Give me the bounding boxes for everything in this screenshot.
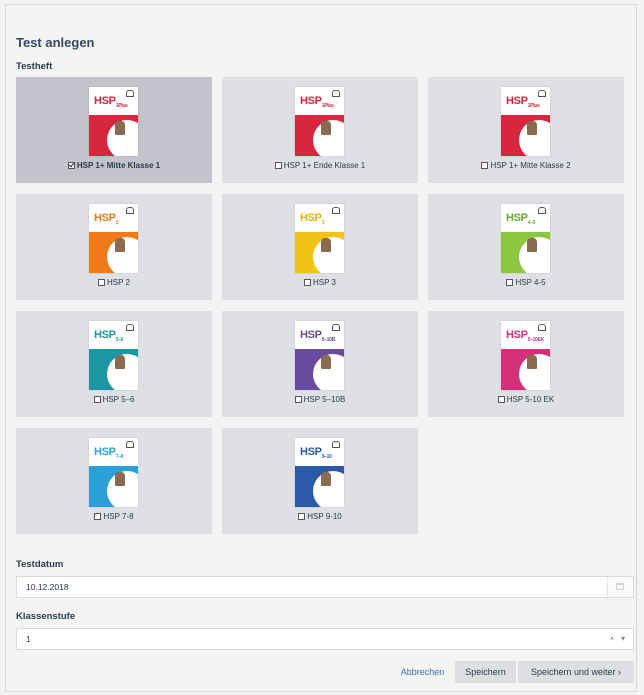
checkbox[interactable] bbox=[93, 396, 101, 403]
testheft-label-text: HSP 5–10B bbox=[303, 395, 346, 404]
cover-title: HSP bbox=[506, 212, 528, 224]
cover-subtitle: 5–10EK bbox=[527, 337, 545, 344]
publisher-logo-icon bbox=[332, 207, 340, 214]
testdatum-value: 10.12.2018 bbox=[26, 582, 69, 592]
cover-title: HSP bbox=[94, 446, 116, 458]
checkbox[interactable] bbox=[274, 162, 282, 169]
testheft-option[interactable]: HSP 7-8 bbox=[16, 512, 212, 521]
testheft-tile[interactable]: HSP5–10B HSP 5–10B bbox=[222, 311, 418, 417]
checkbox[interactable] bbox=[98, 279, 105, 286]
chevron-down-icon[interactable]: ▾ bbox=[621, 634, 625, 643]
testheft-label-text: HSP 9-10 bbox=[307, 512, 342, 521]
save-button[interactable]: Speichern bbox=[455, 661, 516, 683]
testheft-label-text: HSP 4-5 bbox=[515, 278, 546, 287]
testheft-tile[interactable]: HSP4–5 HSP 4-5 bbox=[428, 194, 624, 300]
klassenstufe-value: 1 bbox=[26, 634, 31, 644]
testheft-option[interactable]: HSP 9-10 bbox=[222, 512, 418, 521]
cover-title: HSP bbox=[94, 95, 116, 107]
checkbox[interactable] bbox=[506, 279, 514, 286]
testheft-cover-image: HSP1Plus bbox=[501, 87, 550, 156]
testdatum-label: Testdatum bbox=[16, 559, 64, 570]
klassenstufe-select[interactable]: 1 × ▾ bbox=[16, 628, 634, 650]
testheft-tile[interactable]: HSP1Plus HSP 1+ Ende Klasse 1 bbox=[222, 77, 418, 183]
testheft-option[interactable]: HSP 1+ Mitte Klasse 1 bbox=[16, 161, 212, 170]
cover-subtitle: 1Plus bbox=[115, 103, 128, 110]
testheft-label-text: HSP 7-8 bbox=[103, 512, 134, 521]
cover-subtitle: 5–6 bbox=[115, 337, 124, 344]
cover-subtitle: 4–5 bbox=[527, 220, 536, 227]
testheft-option[interactable]: HSP 5–6 bbox=[16, 395, 212, 404]
testheft-cover-image: HSP5–6 bbox=[89, 321, 138, 390]
testheft-cover-image: HSP5–10B bbox=[295, 321, 344, 390]
testheft-tile[interactable]: HSP3 HSP 3 bbox=[222, 194, 418, 300]
cover-subtitle: 7–8 bbox=[115, 454, 124, 461]
testheft-cover-image: HSP1Plus bbox=[295, 87, 344, 156]
checkbox[interactable] bbox=[294, 396, 302, 403]
testheft-label-text: HSP 3 bbox=[313, 278, 336, 287]
testheft-option[interactable]: HSP 4-5 bbox=[428, 278, 624, 287]
testheft-tile[interactable]: HSP1Plus HSP 1+ Mitte Klasse 2 bbox=[428, 77, 624, 183]
testheft-label: Testheft bbox=[16, 61, 53, 72]
checkbox[interactable] bbox=[481, 162, 489, 169]
klassenstufe-label: Klassenstufe bbox=[16, 611, 76, 622]
testheft-label-text: HSP 5-10 EK bbox=[506, 395, 555, 404]
publisher-logo-icon bbox=[538, 207, 546, 214]
calendar-icon bbox=[616, 583, 624, 590]
save-and-continue-button[interactable]: Speichern und weiter › bbox=[518, 661, 634, 683]
cover-subtitle: 2 bbox=[115, 220, 119, 227]
testheft-option[interactable]: HSP 5–10B bbox=[222, 395, 418, 404]
checkbox[interactable] bbox=[67, 162, 75, 169]
cover-title: HSP bbox=[300, 95, 322, 107]
cover-title: HSP bbox=[300, 329, 322, 341]
testheft-label-text: HSP 5–6 bbox=[102, 395, 135, 404]
publisher-logo-icon bbox=[332, 441, 340, 448]
cover-title: HSP bbox=[506, 95, 528, 107]
testheft-label-text: HSP 1+ Mitte Klasse 2 bbox=[490, 161, 571, 170]
testheft-label-text: HSP 2 bbox=[107, 278, 130, 287]
cancel-button[interactable]: Abbrechen bbox=[395, 661, 450, 683]
testheft-cover-image: HSP7–8 bbox=[89, 438, 138, 507]
testheft-label-text: HSP 1+ Mitte Klasse 1 bbox=[76, 161, 161, 170]
testheft-label-text: HSP 1+ Ende Klasse 1 bbox=[283, 161, 366, 170]
cover-subtitle: 3 bbox=[321, 220, 325, 227]
testheft-cover-image: HSP3 bbox=[295, 204, 344, 273]
testheft-tile[interactable]: HSP2 HSP 2 bbox=[16, 194, 212, 300]
clear-icon[interactable]: × bbox=[610, 634, 615, 643]
cover-title: HSP bbox=[94, 212, 116, 224]
checkbox[interactable] bbox=[298, 513, 306, 520]
testheft-tile[interactable]: HSP5–10EK HSP 5-10 EK bbox=[428, 311, 624, 417]
cover-subtitle: 1Plus bbox=[321, 103, 334, 110]
cover-subtitle: 5–10B bbox=[321, 337, 336, 344]
testheft-option[interactable]: HSP 3 bbox=[222, 278, 418, 287]
testheft-tile[interactable]: HSP5–6 HSP 5–6 bbox=[16, 311, 212, 417]
testdatum-input[interactable]: 10.12.2018 bbox=[16, 576, 634, 598]
testheft-cover-image: HSP2 bbox=[89, 204, 138, 273]
testheft-tile[interactable]: HSP7–8 HSP 7-8 bbox=[16, 428, 212, 534]
checkbox[interactable] bbox=[94, 513, 102, 520]
testheft-option[interactable]: HSP 2 bbox=[16, 278, 212, 287]
cover-title: HSP bbox=[94, 329, 116, 341]
calendar-button[interactable] bbox=[607, 577, 633, 597]
publisher-logo-icon bbox=[126, 441, 134, 448]
cover-title: HSP bbox=[506, 329, 528, 341]
cover-subtitle: 1Plus bbox=[527, 103, 540, 110]
testheft-tile[interactable]: HSP9–10 HSP 9-10 bbox=[222, 428, 418, 534]
cover-subtitle: 9–10 bbox=[321, 454, 332, 461]
checkbox[interactable] bbox=[497, 396, 505, 403]
testheft-tile[interactable]: HSP1Plus HSP 1+ Mitte Klasse 1 bbox=[16, 77, 212, 183]
testheft-cover-image: HSP5–10EK bbox=[501, 321, 550, 390]
testheft-option[interactable]: HSP 1+ Ende Klasse 1 bbox=[222, 161, 418, 170]
testheft-cover-image: HSP9–10 bbox=[295, 438, 344, 507]
testheft-option[interactable]: HSP 1+ Mitte Klasse 2 bbox=[428, 161, 624, 170]
testheft-cover-image: HSP1Plus bbox=[89, 87, 138, 156]
testheft-cover-image: HSP4–5 bbox=[501, 204, 550, 273]
cover-title: HSP bbox=[300, 212, 322, 224]
page-title: Test anlegen bbox=[16, 35, 95, 50]
testheft-option[interactable]: HSP 5-10 EK bbox=[428, 395, 624, 404]
checkbox[interactable] bbox=[304, 279, 311, 286]
publisher-logo-icon bbox=[126, 324, 134, 331]
publisher-logo-icon bbox=[126, 207, 134, 214]
cover-title: HSP bbox=[300, 446, 322, 458]
